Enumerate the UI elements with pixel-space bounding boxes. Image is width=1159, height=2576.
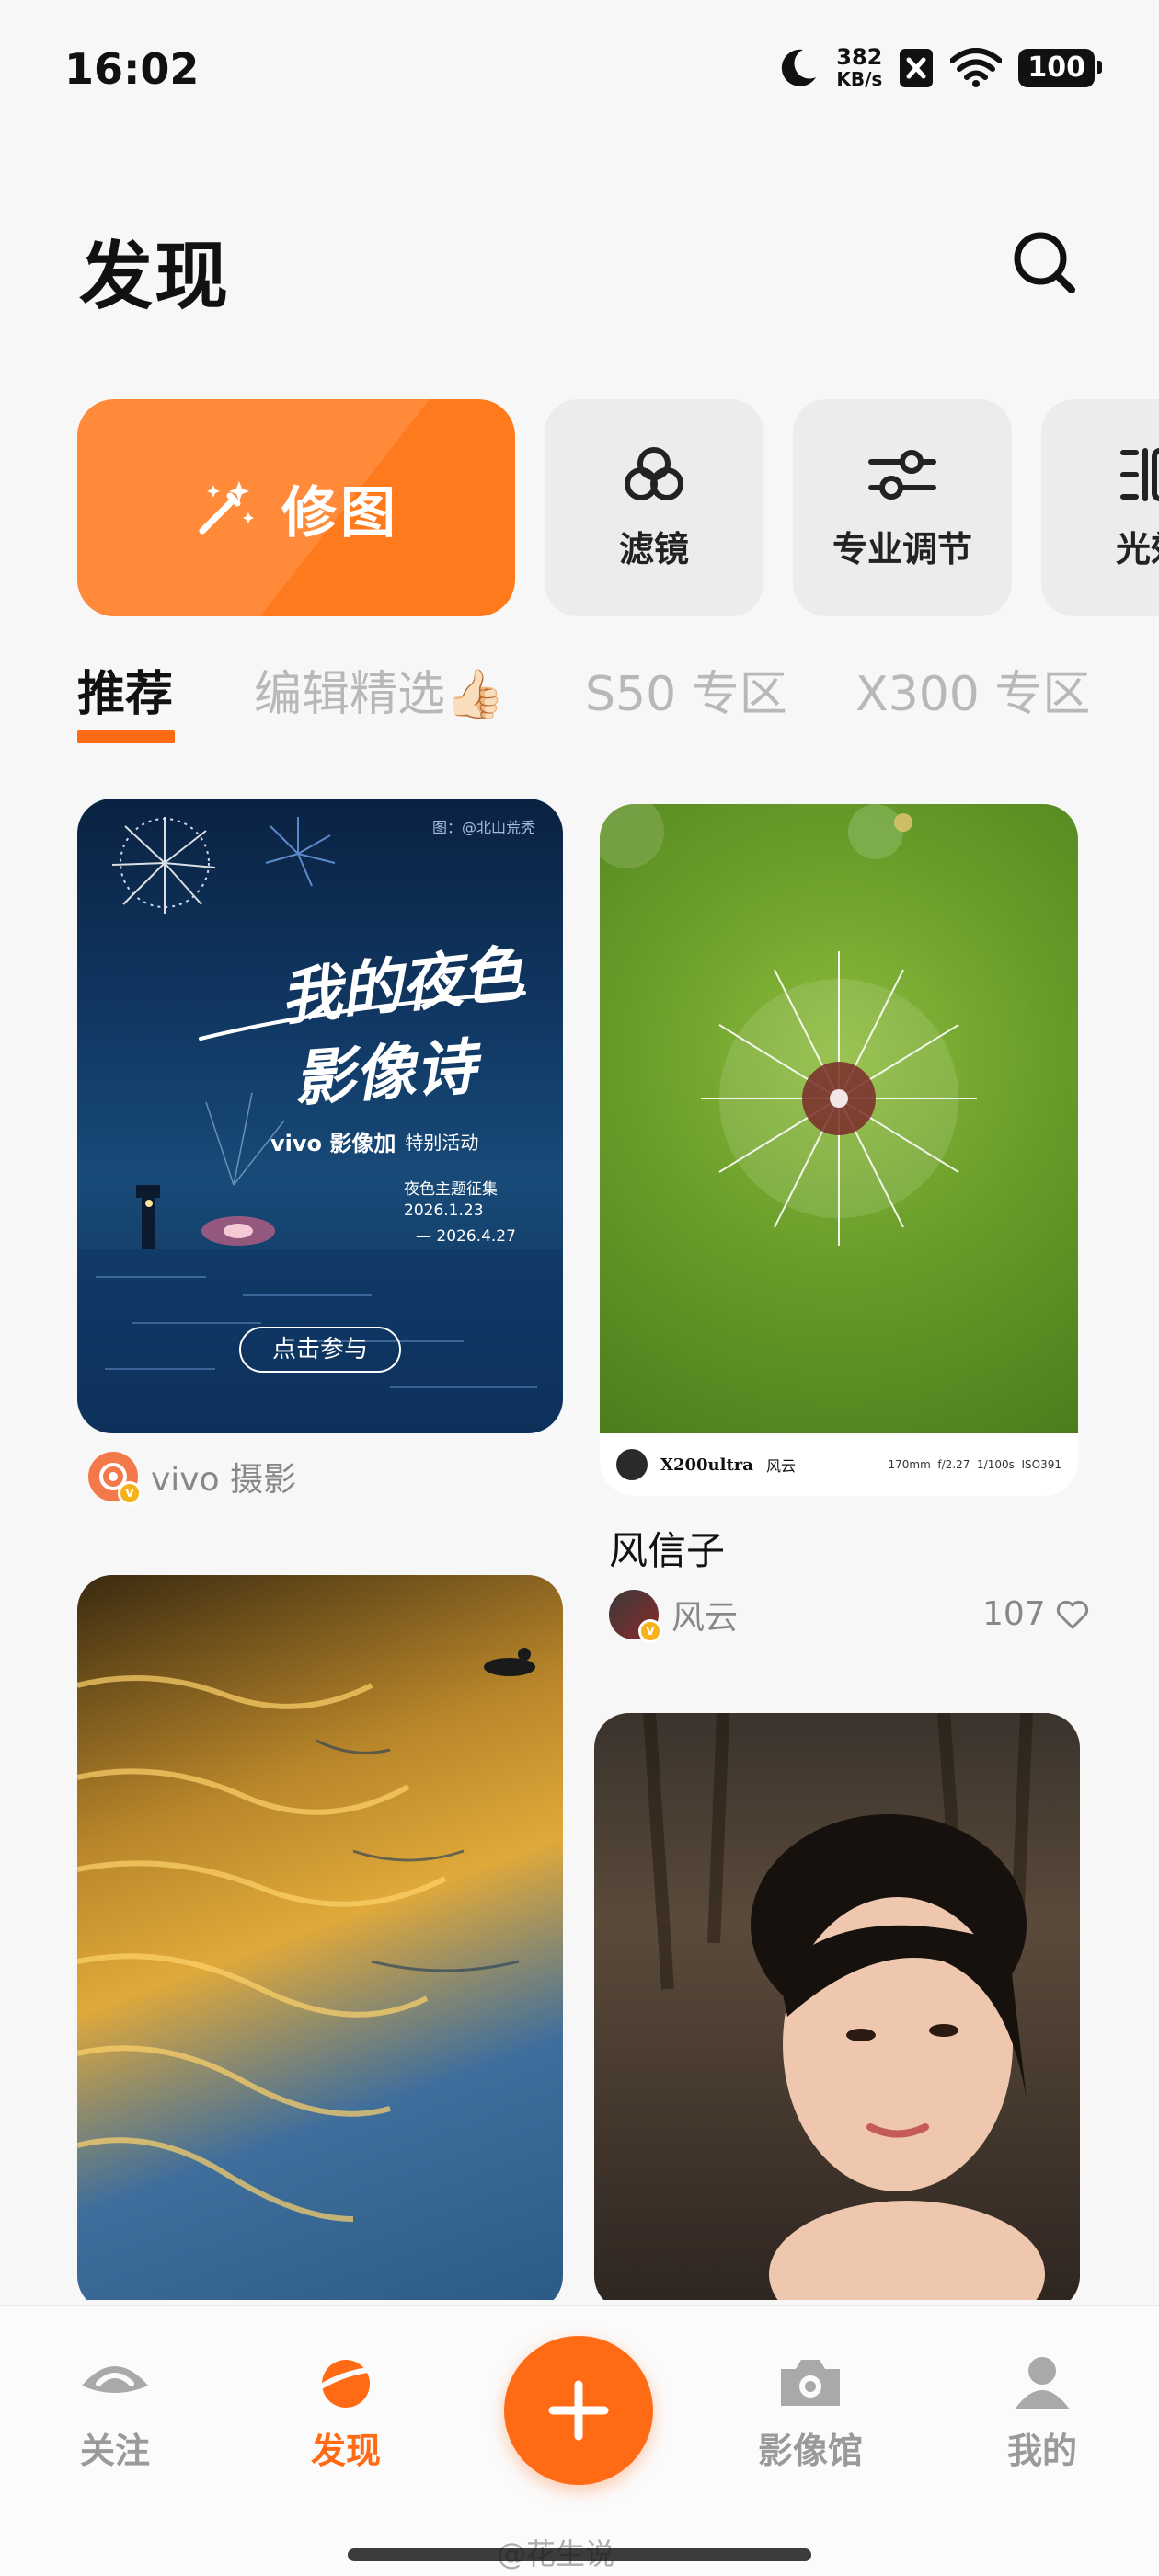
exif-avatar [616, 1449, 648, 1480]
photo-card-portrait[interactable] [594, 1713, 1080, 2300]
edit-photo-button[interactable]: 修图 [77, 399, 515, 616]
filter-tool-label: 滤镜 [618, 528, 689, 569]
card2-author[interactable]: v 风云 [609, 1590, 739, 1643]
tab-s50-zone[interactable]: S50 专区 [585, 655, 787, 724]
photo-card-water[interactable] [77, 1575, 563, 2300]
poster-event: 特别活动 [405, 1132, 479, 1154]
tab-active-indicator [77, 730, 175, 743]
nav-discover[interactable]: 发现 [254, 2352, 438, 2473]
poster-join-button[interactable]: 点击参与 [239, 1327, 401, 1373]
exif-params: 170mm f/2.27 1/100s ISO391 [888, 1458, 1062, 1471]
status-time: 16:02 [64, 44, 200, 94]
tab-x300-zone[interactable]: X300 专区 [855, 655, 1090, 724]
dandelion-photo [600, 804, 1078, 1433]
camera-icon [781, 2360, 840, 2406]
status-icons: 382 KB/s 100 [775, 46, 1102, 90]
plus-icon [548, 2380, 609, 2441]
poster-brand-row: vivo 影像加 特别活动 [270, 1125, 478, 1157]
net-speed-unit: KB/s [836, 68, 883, 90]
net-speed: 382 KB/s [836, 46, 882, 90]
pro-adjust-tool[interactable]: 专业调节 [793, 399, 1012, 616]
nav-gallery-label: 影像馆 [757, 2431, 863, 2471]
poster-date-start: 2026.1.23 [404, 1202, 484, 1220]
heart-icon [1056, 1600, 1088, 1628]
sliders-icon [868, 449, 936, 500]
water-ripples [77, 1648, 535, 2222]
verified-badge-icon: v [638, 1619, 662, 1643]
category-tabs: 推荐 编辑精选👍🏻 S50 专区 X300 专区 [77, 655, 1159, 747]
filter-circles-icon [625, 446, 683, 500]
nav-discover-label: 发现 [310, 2431, 381, 2471]
portrait-artwork [643, 1713, 1045, 2300]
tools-row: 修图 滤镜 专业调节 光效 [77, 399, 1159, 618]
planet-icon [314, 2360, 380, 2408]
bottom-nav: 关注 发现 影像馆 我的 @花生说 [0, 2305, 1159, 2576]
net-speed-value: 382 [836, 44, 883, 70]
event-poster-card[interactable]: 图：@北山荒秃 我的夜色 影像诗 vivo 影像加 特别活动 夜色主题征集 20… [77, 799, 563, 1433]
light-effect-label: 光效 [1115, 528, 1159, 569]
edit-photo-label: 修图 [281, 480, 399, 546]
exif-author: 风云 [765, 1457, 796, 1475]
home-indicator[interactable] [348, 2548, 811, 2561]
poster-swoosh [199, 991, 526, 1041]
photo-card-dandelion[interactable]: X200ultra 风云 170mm f/2.27 1/100s ISO391 [600, 804, 1078, 1496]
wifi-icon [950, 48, 1003, 87]
search-icon [1014, 232, 1075, 293]
card2-title[interactable]: 风信子 [609, 1520, 725, 1576]
feed: 图：@北山荒秃 我的夜色 影像诗 vivo 影像加 特别活动 夜色主题征集 20… [0, 791, 1159, 2300]
nav-follow-label: 关注 [79, 2431, 150, 2471]
like-count: 107 [982, 1595, 1046, 1633]
tab-recommend[interactable]: 推荐 [77, 655, 173, 724]
card2-author-name: 风云 [671, 1599, 739, 1637]
light-effect-icon [1120, 447, 1159, 501]
poster-subtitle: 夜色主题征集 [404, 1180, 498, 1199]
exif-model: X200ultra [660, 1455, 753, 1475]
nav-follow[interactable]: 关注 [23, 2352, 207, 2473]
nfc-icon [900, 49, 934, 87]
profile-icon [1015, 2357, 1070, 2409]
tab-editors-pick[interactable]: 编辑精选👍🏻 [254, 655, 505, 724]
nav-gallery[interactable]: 影像馆 [718, 2352, 902, 2473]
create-post-button[interactable] [504, 2336, 653, 2485]
card1-author[interactable]: v vivo 摄影 [88, 1452, 297, 1505]
exif-strip: X200ultra 风云 170mm f/2.27 1/100s ISO391 [600, 1433, 1078, 1496]
battery-icon: 100 [1018, 49, 1102, 87]
poster-brand: vivo 影像加 [270, 1131, 396, 1156]
page-title: 发现 [79, 234, 230, 319]
eye-icon [82, 2366, 148, 2393]
light-effect-tool[interactable]: 光效 [1041, 399, 1159, 616]
poster-date-end: — 2026.4.27 [416, 1227, 516, 1246]
status-bar: 16:02 382 KB/s 100 [0, 0, 1159, 147]
card2-like-button[interactable]: 107 [982, 1595, 1090, 1633]
avatar: v [609, 1590, 662, 1643]
verified-badge-icon: v [118, 1481, 142, 1505]
pro-adjust-label: 专业调节 [832, 528, 972, 569]
poster-credit: 图：@北山荒秃 [431, 819, 535, 836]
filter-tool[interactable]: 滤镜 [545, 399, 763, 616]
avatar: v [88, 1452, 142, 1505]
magic-wand-icon [199, 481, 254, 535]
card1-author-name: vivo 摄影 [151, 1461, 297, 1499]
moon-icon [782, 49, 817, 86]
nav-profile-label: 我的 [1006, 2431, 1077, 2471]
search-button[interactable] [1007, 225, 1081, 299]
nav-profile[interactable]: 我的 [950, 2352, 1134, 2473]
dandelion-artwork [600, 804, 977, 1246]
